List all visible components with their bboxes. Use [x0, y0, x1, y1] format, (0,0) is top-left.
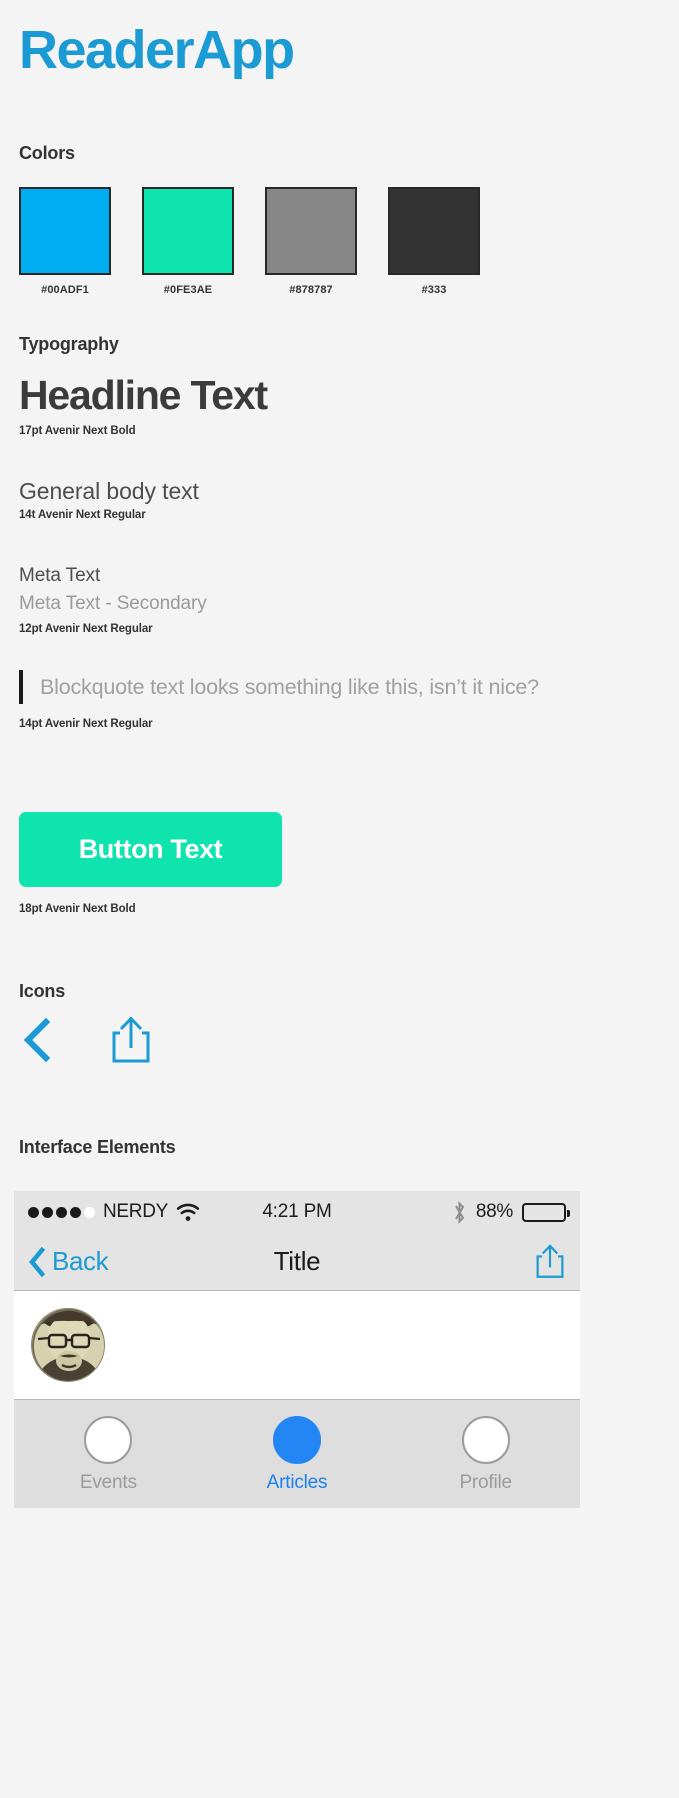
- back-chevron-icon[interactable]: [22, 1017, 52, 1063]
- nav-back-label: Back: [52, 1246, 109, 1276]
- blockquote: Blockquote text looks something like thi…: [19, 670, 619, 705]
- carrier-name: NERDY: [103, 1201, 169, 1222]
- phone-mockup: NERDY 4:21 PM 88% Back Title Events Arti…: [14, 1191, 580, 1508]
- headline-sample-text: Headline Text: [19, 372, 268, 418]
- color-swatch-item: #00ADF1: [19, 187, 111, 296]
- color-hex-label: #00ADF1: [41, 284, 89, 296]
- blockquote-rule: [19, 670, 23, 705]
- tab-articles[interactable]: Articles: [203, 1416, 392, 1494]
- tab-bar: Events Articles Profile: [14, 1400, 580, 1508]
- meta-spec-note: 12pt Avenir Next Regular: [19, 623, 153, 636]
- tab-events[interactable]: Events: [14, 1416, 203, 1494]
- tab-label-events: Events: [79, 1472, 137, 1493]
- status-bar-right: 88%: [452, 1200, 570, 1224]
- color-chip-mid-gray: [265, 187, 357, 275]
- nav-back-button[interactable]: Back: [28, 1246, 109, 1277]
- color-chip-accent-green: [142, 187, 234, 275]
- bluetooth-icon: [452, 1200, 467, 1224]
- color-chip-primary-blue: [19, 187, 111, 275]
- section-heading-icons: Icons: [19, 981, 66, 1001]
- meta-sample-text: Meta Text: [19, 565, 101, 586]
- section-heading-typography: Typography: [19, 334, 119, 354]
- wifi-icon: [176, 1203, 200, 1222]
- color-swatch-list: #00ADF1 #0FE3AE #878787 #333: [19, 187, 480, 296]
- color-hex-label: #333: [421, 284, 447, 296]
- color-hex-label: #878787: [289, 284, 333, 296]
- signal-strength-dots-icon: [28, 1206, 95, 1218]
- type-specimen-meta: Meta Text Meta Text - Secondary 12pt Ave…: [19, 562, 207, 635]
- tab-profile[interactable]: Profile: [391, 1416, 580, 1494]
- button-spec-note: 18pt Avenir Next Bold: [19, 903, 136, 915]
- color-swatch-item: #0FE3AE: [142, 187, 234, 296]
- navigation-bar: Back Title: [14, 1233, 580, 1291]
- status-bar-left: NERDY: [28, 1201, 200, 1223]
- back-chevron-icon: [28, 1246, 46, 1277]
- body-spec-note: 14t Avenir Next Regular: [19, 509, 146, 521]
- battery-percent-label: 88%: [475, 1201, 513, 1222]
- sample-button[interactable]: Button Text: [19, 812, 282, 887]
- tab-icon-profile: [461, 1416, 510, 1464]
- section-heading-interface: Interface Elements: [19, 1137, 176, 1157]
- blockquote-sample-text: Blockquote text looks something like thi…: [40, 675, 539, 699]
- styleguide-page: ReaderApp Colors #00ADF1 #0FE3AE #878787…: [0, 0, 679, 1798]
- tab-icon-articles: [273, 1416, 321, 1464]
- color-chip-dark-gray: [388, 187, 480, 275]
- share-icon[interactable]: [109, 1015, 153, 1065]
- headline-spec-note: 17pt Avenir Next Bold: [19, 425, 136, 438]
- color-swatch-item: #333: [388, 187, 480, 296]
- tab-label-articles: Articles: [266, 1472, 328, 1493]
- section-heading-colors: Colors: [19, 143, 75, 163]
- battery-icon: [522, 1202, 570, 1222]
- status-bar: NERDY 4:21 PM 88%: [14, 1191, 580, 1233]
- content-area: [14, 1291, 580, 1400]
- type-specimen-blockquote: Blockquote text looks something like thi…: [19, 670, 619, 730]
- body-sample-text: General body text: [19, 478, 199, 504]
- icon-list: [22, 1015, 153, 1065]
- color-swatch-item: #878787: [265, 187, 357, 296]
- type-specimen-headline: Headline Text 17pt Avenir Next Bold: [19, 372, 268, 438]
- page-title: ReaderApp: [19, 20, 295, 80]
- tab-icon-events: [84, 1416, 133, 1464]
- avatar[interactable]: [31, 1308, 105, 1382]
- type-specimen-button: Button Text 18pt Avenir Next Bold: [19, 812, 282, 915]
- meta-secondary-sample-text: Meta Text - Secondary: [19, 592, 207, 614]
- tab-label-profile: Profile: [459, 1472, 512, 1493]
- color-hex-label: #0FE3AE: [163, 284, 213, 296]
- blockquote-spec-note: 14pt Avenir Next Regular: [19, 718, 153, 731]
- nav-share-button[interactable]: [534, 1243, 566, 1280]
- type-specimen-body: General body text 14t Avenir Next Regula…: [19, 478, 199, 521]
